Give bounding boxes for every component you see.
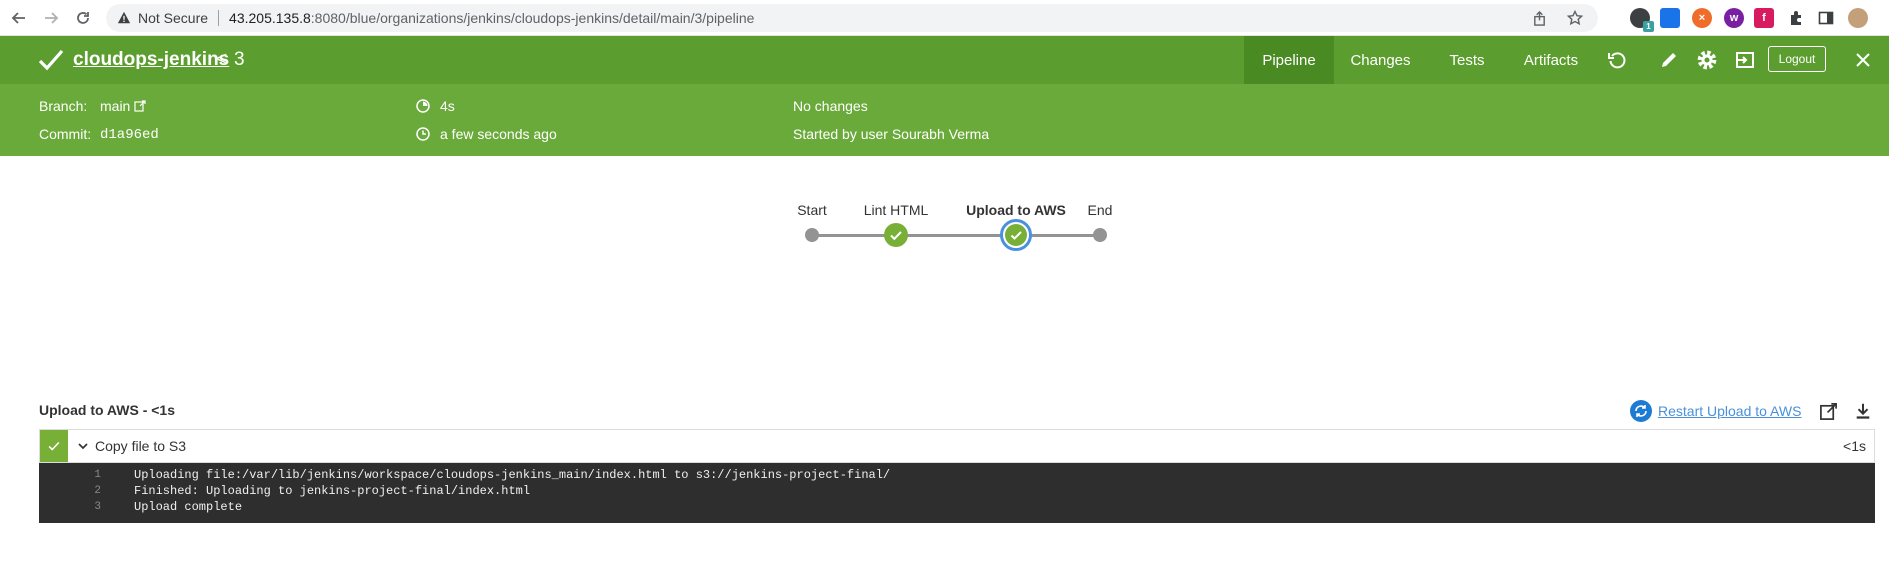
- reload-icon[interactable]: [72, 7, 94, 29]
- tab-artifacts[interactable]: Artifacts: [1507, 36, 1595, 84]
- success-check-icon: [890, 231, 902, 241]
- stage-status-success: [1005, 224, 1027, 246]
- log-line: 2 Finished: Uploading to jenkins-project…: [39, 484, 1875, 500]
- run-separator: <: [216, 49, 228, 70]
- restart-stage-label[interactable]: Restart Upload to AWS: [1658, 403, 1801, 419]
- changes-summary: No changes: [793, 98, 868, 114]
- url-path: :8080/blue/organizations/jenkins/cloudop…: [310, 10, 755, 26]
- edit-pencil-icon[interactable]: [1658, 49, 1680, 71]
- branch-value[interactable]: main: [100, 98, 130, 114]
- restart-stage-button[interactable]: Restart Upload to AWS: [1630, 400, 1801, 422]
- chevron-down-icon[interactable]: [76, 439, 90, 453]
- duration-value: 4s: [440, 98, 455, 114]
- restart-icon[interactable]: [1630, 400, 1652, 422]
- address-bar[interactable]: Not Secure 43.205.135.8:8080/blue/organi…: [106, 4, 1598, 32]
- extension-badge: 1: [1643, 21, 1654, 32]
- pipeline-name-link[interactable]: cloudops-jenkins: [73, 49, 229, 71]
- log-line-text: Uploading file:/var/lib/jenkins/workspac…: [134, 468, 891, 482]
- stage-label-end: End: [1087, 202, 1113, 218]
- settings-gear-icon[interactable]: [1696, 49, 1718, 71]
- side-panel-icon[interactable]: [1816, 8, 1836, 28]
- forward-icon[interactable]: [40, 7, 62, 29]
- external-link-icon[interactable]: [134, 100, 146, 112]
- success-check-icon: [48, 441, 60, 451]
- extension-flag-icon[interactable]: f: [1754, 8, 1774, 28]
- success-check-icon: [38, 49, 64, 71]
- success-check-icon: [1010, 231, 1022, 240]
- url-host: 43.205.135.8: [229, 10, 311, 26]
- run-summary: Branch: main Commit: d1a96ed 4s a few se…: [0, 84, 1889, 156]
- step-status-success: [40, 430, 68, 462]
- step-name[interactable]: Copy file to S3: [95, 438, 186, 454]
- extension-gear-icon[interactable]: 1: [1630, 8, 1654, 32]
- browser-toolbar: Not Secure 43.205.135.8:8080/blue/organi…: [0, 0, 1889, 36]
- stage-log-title: Upload to AWS - <1s: [39, 402, 175, 418]
- step-duration: <1s: [1843, 438, 1866, 454]
- run-header: cloudops-jenkins < 3 Pipeline Changes Te…: [0, 36, 1889, 84]
- share-icon[interactable]: [1530, 9, 1548, 27]
- extension-w-icon[interactable]: w: [1724, 8, 1744, 28]
- extension-x-icon[interactable]: ×: [1692, 8, 1712, 28]
- stage-node-lint-html[interactable]: [884, 223, 908, 247]
- log-line-text: Finished: Uploading to jenkins-project-f…: [134, 484, 531, 498]
- url-text[interactable]: 43.205.135.8:8080/blue/organizations/jen…: [229, 10, 754, 26]
- replay-icon[interactable]: [1606, 49, 1628, 71]
- extension-trello-icon[interactable]: [1660, 8, 1680, 28]
- close-icon[interactable]: [1852, 49, 1874, 71]
- end-node: [1093, 228, 1107, 242]
- clock-icon: [416, 127, 430, 141]
- run-cause: Started by user Sourabh Verma: [793, 126, 990, 142]
- back-icon[interactable]: [8, 7, 30, 29]
- bookmark-star-icon[interactable]: [1566, 9, 1584, 27]
- stage-node-upload-to-aws[interactable]: [1000, 219, 1032, 251]
- stage-label-start: Start: [797, 202, 827, 218]
- stage-label-lint-html[interactable]: Lint HTML: [864, 202, 929, 218]
- finished-time: a few seconds ago: [440, 126, 557, 142]
- log-output: 1 Uploading file:/var/lib/jenkins/worksp…: [39, 463, 1875, 523]
- step-row-copy-file-to-s3[interactable]: Copy file to S3 <1s: [39, 429, 1875, 463]
- security-label[interactable]: Not Secure: [138, 10, 208, 26]
- tab-changes[interactable]: Changes: [1334, 36, 1427, 84]
- commit-value[interactable]: d1a96ed: [100, 127, 159, 143]
- log-line-number[interactable]: 1: [39, 469, 101, 481]
- log-line: 1 Uploading file:/var/lib/jenkins/worksp…: [39, 468, 1875, 484]
- run-number: 3: [234, 49, 245, 70]
- stage-label-upload-to-aws[interactable]: Upload to AWS: [966, 202, 1066, 218]
- log-line-number[interactable]: 3: [39, 501, 101, 513]
- profile-avatar[interactable]: [1848, 8, 1868, 28]
- extensions-puzzle-icon[interactable]: [1786, 8, 1806, 28]
- duration-timer-icon: [416, 99, 430, 113]
- commit-label: Commit:: [39, 126, 92, 142]
- tab-pipeline[interactable]: Pipeline: [1244, 36, 1334, 84]
- branch-label: Branch:: [39, 98, 88, 114]
- logout-button[interactable]: Logout: [1768, 46, 1826, 72]
- open-in-new-window-icon[interactable]: [1818, 401, 1838, 421]
- log-line-text: Upload complete: [134, 500, 243, 514]
- log-line: 3 Upload complete: [39, 500, 1875, 516]
- pipeline-connector: [812, 234, 1100, 237]
- run-tabs: Pipeline Changes Tests Artifacts: [1244, 36, 1595, 84]
- exit-to-classic-icon[interactable]: [1734, 49, 1756, 71]
- omnibox-actions: [1530, 9, 1584, 27]
- pipeline-graph: Start Lint HTML Upload to AWS End: [780, 196, 1120, 256]
- log-line-number[interactable]: 2: [39, 485, 101, 497]
- start-node: [805, 228, 819, 242]
- download-log-icon[interactable]: [1853, 401, 1873, 421]
- omnibox-divider: [218, 10, 220, 26]
- warning-icon[interactable]: [116, 10, 132, 26]
- tab-tests[interactable]: Tests: [1427, 36, 1507, 84]
